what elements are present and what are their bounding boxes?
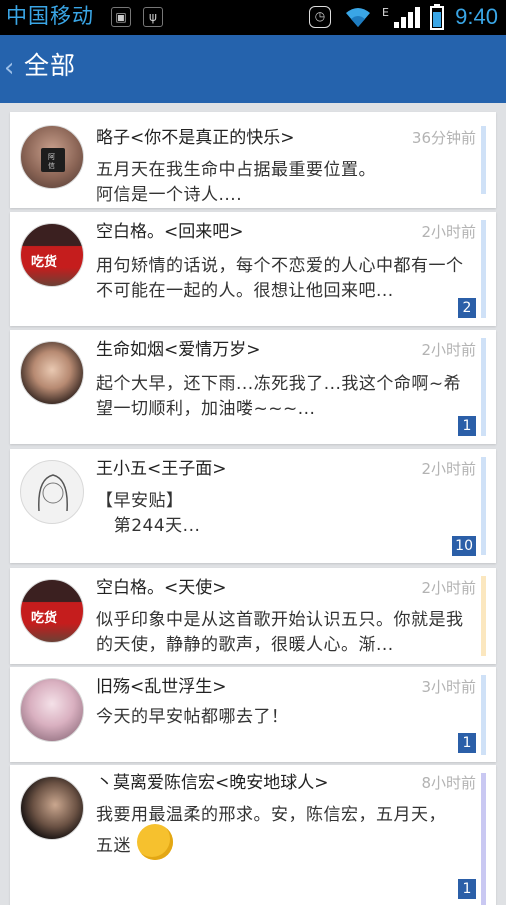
message-preview: 我要用最温柔的邢求。安，陈信宏，五月天，五迷 [96, 803, 456, 864]
unread-badge: 1 [458, 733, 476, 753]
contact-name: 旧殇<乱世浮生> [96, 677, 227, 697]
accent-bar [481, 576, 486, 656]
clock: 9:40 [455, 4, 498, 29]
unread-badge: 2 [458, 298, 476, 318]
contact-name: 王小五<王子面> [96, 459, 227, 479]
header-bar: ‹ 全部 [0, 35, 506, 103]
timestamp: 36分钟前 [411, 129, 476, 147]
svg-text:E: E [382, 6, 389, 19]
contact-name: 空白格。<回来吧> [96, 222, 244, 242]
message-preview: 【早安贴】 第244天... [96, 491, 201, 536]
message-preview: 五月天在我生命中占据最重要位置。 阿信是一个诗人.... [96, 160, 376, 205]
list-item[interactable]: 旧殇<乱世浮生> 3小时前 今天的早安帖都哪去了！ 1 [10, 667, 496, 762]
page-title[interactable]: 全部 [24, 49, 76, 83]
list-item[interactable]: 生命如烟<爱情万岁> 2小时前 起个大早，还下雨...冻死我了...我这个命啊~… [10, 330, 496, 444]
accent-bar [481, 126, 486, 194]
list-item[interactable]: 吃货 空白格。<天使> 2小时前 似乎印象中是从这首歌开始认识五只。你就是我的天… [10, 568, 496, 664]
unread-badge: 10 [452, 536, 476, 556]
contact-name: 空白格。<天使> [96, 578, 227, 598]
message-preview: 起个大早，还下雨...冻死我了...我这个命啊~希望一切顺利，加油喽~~~... [96, 374, 462, 419]
notification-icon: ▣ [111, 7, 131, 27]
svg-text:信: 信 [48, 161, 55, 170]
usb-icon: ψ [143, 7, 163, 27]
wifi-icon [346, 8, 370, 27]
avatar[interactable]: 吃货 [20, 223, 84, 287]
thinking-emoji-icon [136, 824, 173, 860]
message-preview: 似乎印象中是从这首歌开始认识五只。你就是我的天使，静静的歌声，很暖人心。渐... [96, 610, 464, 655]
accent-bar [481, 220, 486, 318]
accent-bar [481, 675, 486, 755]
avatar[interactable]: 吃货 [20, 579, 84, 643]
avatar[interactable] [20, 776, 84, 840]
list-item[interactable]: 王小五<王子面> 2小时前 【早安贴】 第244天... 10 [10, 449, 496, 563]
svg-text:阿: 阿 [48, 152, 55, 161]
contact-name: 生命如烟<爱情万岁> [96, 340, 261, 360]
list-item[interactable]: 吃货 空白格。<回来吧> 2小时前 用句矫情的话说，每个不恋爱的人心中都有一个不… [10, 212, 496, 326]
timestamp: 2小时前 [421, 579, 476, 597]
accent-bar [481, 773, 486, 905]
unread-badge: 1 [458, 416, 476, 436]
timestamp: 2小时前 [421, 223, 476, 241]
list-item[interactable]: 丶莫离爱陈信宏<晚安地球人> 8小时前 我要用最温柔的邢求。安，陈信宏，五月天，… [10, 765, 496, 905]
list-item[interactable]: 阿信 略子<你不是真正的快乐> 36分钟前 五月天在我生命中占据最重要位置。 阿… [10, 112, 496, 208]
timestamp: 3小时前 [421, 678, 476, 696]
status-bar: 中国移动 ▣ ψ ◷ E 9:40 [0, 0, 506, 35]
timestamp: 2小时前 [421, 460, 476, 478]
unread-badge: 1 [458, 879, 476, 899]
message-preview: 今天的早安帖都哪去了！ [96, 707, 289, 727]
accent-bar [481, 457, 486, 555]
timestamp: 2小时前 [421, 341, 476, 359]
contact-name: 略子<你不是真正的快乐> [96, 128, 295, 148]
avatar[interactable]: 阿信 [20, 125, 84, 189]
contact-name: 丶莫离爱陈信宏<晚安地球人> [96, 773, 329, 793]
avatar[interactable] [20, 678, 84, 742]
avatar[interactable] [20, 341, 84, 405]
svg-text:吃货: 吃货 [31, 610, 57, 626]
avatar[interactable] [20, 460, 84, 524]
battery-icon [430, 4, 444, 30]
carrier-name: 中国移动 [6, 4, 94, 28]
signal-icon: E [382, 6, 420, 28]
back-chevron-icon[interactable]: ‹ [4, 52, 14, 84]
message-preview: 用句矫情的话说，每个不恋爱的人心中都有一个不可能在一起的人。很想让他回来吧... [96, 256, 464, 301]
alarm-icon: ◷ [309, 6, 331, 28]
svg-text:吃货: 吃货 [31, 254, 57, 270]
accent-bar [481, 338, 486, 436]
timestamp: 8小时前 [421, 774, 476, 792]
